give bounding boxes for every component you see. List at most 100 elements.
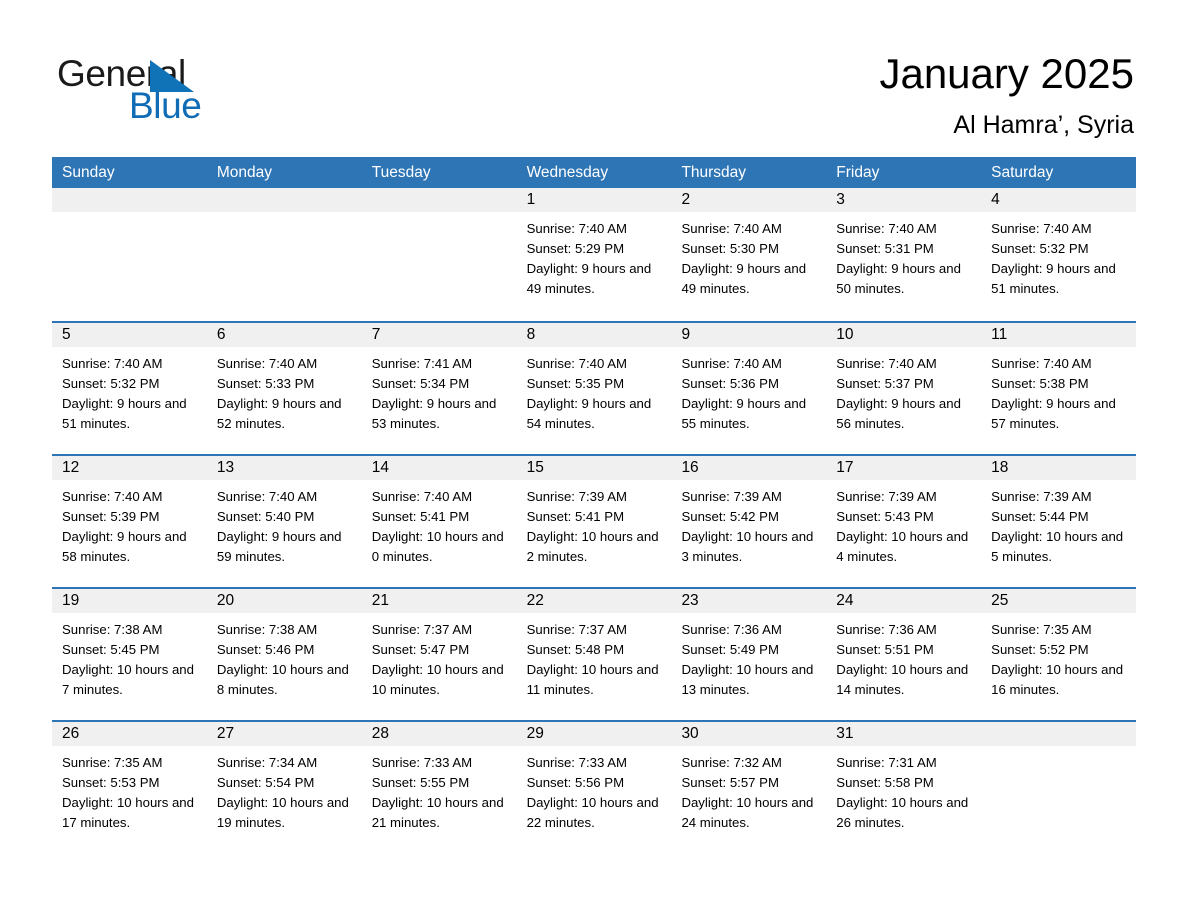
calendar-day-cell[interactable]: 2 Sunrise: 7:40 AM Sunset: 5:30 PM Daylight… — [671, 188, 827, 321]
calendar-week-row: 19 Sunrise: 7:38 AM Sunset: 5:45 PM Dayligh… — [52, 587, 1137, 720]
calendar-day-cell[interactable]: 23 Sunrise: 7:36 AM Sunset: 5:49 PM Dayligh… — [671, 589, 827, 720]
day-number: 22 — [516, 589, 672, 613]
calendar-day-cell[interactable]: 8 Sunrise: 7:40 AM Sunset: 5:35 PM Daylight… — [516, 323, 672, 454]
sunrise-text: Sunrise: 7:37 AM — [371, 622, 473, 637]
day-details: Sunrise: 7:38 AM Sunset: 5:45 PM Daylight:… — [52, 613, 207, 700]
calendar-day-cell[interactable]: 13 Sunrise: 7:40 AM Sunset: 5:40 PM Dayligh… — [206, 456, 362, 587]
calendar-day-cell[interactable]: 4 Sunrise: 7:40 AM Sunset: 5:32 PM Daylight… — [981, 188, 1137, 321]
calendar-day-cell[interactable]: 29 Sunrise: 7:33 AM Sunset: 5:56 PM Dayligh… — [516, 722, 672, 853]
sunrise-text: Sunrise: 7:39 AM — [681, 489, 782, 504]
daylight-text: Daylight: 9 hours and 54 minutes. — [526, 396, 652, 431]
daylight-text: Daylight: 9 hours and 58 minutes. — [62, 529, 187, 564]
calendar-day-cell[interactable]: 11 Sunrise: 7:40 AM Sunset: 5:38 PM Dayligh… — [981, 323, 1137, 454]
day-details: Sunrise: 7:40 AM Sunset: 5:32 PM Daylight:… — [52, 347, 207, 434]
day-number: 8 — [516, 323, 672, 347]
calendar-day-cell[interactable]: 25 Sunrise: 7:35 AM Sunset: 5:52 PM Dayligh… — [981, 589, 1137, 720]
daylight-text: Daylight: 10 hours and 16 minutes. — [991, 662, 1124, 697]
daylight-text: Daylight: 9 hours and 53 minutes. — [371, 396, 497, 431]
day-number — [361, 188, 517, 212]
sunrise-text: Sunrise: 7:39 AM — [836, 489, 937, 504]
page-header: General Blue January 2025 Al Hamra’, Syr… — [0, 0, 1188, 157]
calendar-day-cell[interactable]: 27 Sunrise: 7:34 AM Sunset: 5:54 PM Dayligh… — [206, 722, 362, 853]
weeks-container: 1 Sunrise: 7:40 AM Sunset: 5:29 PM Daylight… — [52, 188, 1137, 853]
day-number: 25 — [981, 589, 1137, 613]
day-details: Sunrise: 7:35 AM Sunset: 5:52 PM Daylight:… — [981, 613, 1136, 700]
day-details: Sunrise: 7:33 AM Sunset: 5:56 PM Daylight:… — [517, 746, 672, 833]
sunset-text: Sunset: 5:49 PM — [681, 642, 779, 657]
calendar-day-cell[interactable]: 15 Sunrise: 7:39 AM Sunset: 5:41 PM Dayligh… — [516, 456, 672, 587]
sunset-text: Sunset: 5:29 PM — [526, 241, 625, 256]
day-details: Sunrise: 7:40 AM Sunset: 5:39 PM Daylight:… — [52, 480, 207, 567]
calendar-day-empty — [361, 188, 517, 321]
calendar-day-empty — [981, 722, 1137, 853]
calendar-day-cell[interactable]: 6 Sunrise: 7:40 AM Sunset: 5:33 PM Daylight… — [206, 323, 362, 454]
day-number: 28 — [361, 722, 517, 746]
daylight-text: Daylight: 9 hours and 51 minutes. — [991, 261, 1116, 296]
day-details: Sunrise: 7:41 AM Sunset: 5:34 PM Daylight:… — [362, 347, 517, 434]
day-details: Sunrise: 7:40 AM Sunset: 5:40 PM Daylight:… — [207, 480, 362, 567]
day-details: Sunrise: 7:36 AM Sunset: 5:49 PM Daylight:… — [671, 613, 826, 700]
sunrise-text: Sunrise: 7:37 AM — [526, 622, 628, 637]
calendar-day-cell[interactable]: 18 Sunrise: 7:39 AM Sunset: 5:44 PM Dayligh… — [981, 456, 1137, 587]
sunrise-text: Sunrise: 7:40 AM — [991, 221, 1092, 236]
sunrise-text: Sunrise: 7:36 AM — [681, 622, 782, 637]
calendar-day-cell[interactable]: 3 Sunrise: 7:40 AM Sunset: 5:31 PM Daylight… — [826, 188, 982, 321]
calendar-day-cell[interactable]: 30 Sunrise: 7:32 AM Sunset: 5:57 PM Dayligh… — [671, 722, 827, 853]
calendar-day-cell[interactable]: 16 Sunrise: 7:39 AM Sunset: 5:42 PM Dayligh… — [671, 456, 827, 587]
calendar-day-cell[interactable]: 21 Sunrise: 7:37 AM Sunset: 5:47 PM Dayligh… — [361, 589, 517, 720]
calendar-day-cell[interactable]: 24 Sunrise: 7:36 AM Sunset: 5:51 PM Dayligh… — [826, 589, 982, 720]
calendar-day-cell[interactable]: 22 Sunrise: 7:37 AM Sunset: 5:48 PM Dayligh… — [516, 589, 672, 720]
day-number: 6 — [206, 323, 362, 347]
day-number: 11 — [981, 323, 1137, 347]
day-number: 24 — [826, 589, 982, 613]
sunrise-text: Sunrise: 7:40 AM — [62, 489, 163, 504]
day-number: 9 — [671, 323, 827, 347]
daylight-text: Daylight: 10 hours and 14 minutes. — [836, 662, 969, 697]
weekday-header-saturday: Saturday — [991, 164, 1054, 181]
calendar-day-cell[interactable]: 7 Sunrise: 7:41 AM Sunset: 5:34 PM Daylight… — [361, 323, 517, 454]
daylight-text: Daylight: 10 hours and 7 minutes. — [62, 662, 194, 697]
sunset-text: Sunset: 5:41 PM — [371, 509, 470, 524]
calendar-day-cell[interactable]: 9 Sunrise: 7:40 AM Sunset: 5:36 PM Daylight… — [671, 323, 827, 454]
calendar-day-cell[interactable]: 10 Sunrise: 7:40 AM Sunset: 5:37 PM Dayligh… — [826, 323, 982, 454]
calendar-day-cell[interactable]: 1 Sunrise: 7:40 AM Sunset: 5:29 PM Daylight… — [516, 188, 672, 321]
day-number: 13 — [206, 456, 362, 480]
sunrise-text: Sunrise: 7:40 AM — [526, 356, 628, 371]
weekday-header-monday: Monday — [216, 164, 273, 181]
day-details: Sunrise: 7:40 AM Sunset: 5:31 PM Daylight:… — [826, 212, 981, 299]
sunset-text: Sunset: 5:42 PM — [681, 509, 779, 524]
sunset-text: Sunset: 5:35 PM — [526, 376, 625, 391]
day-number — [206, 188, 362, 212]
general-blue-logo: General Blue — [57, 52, 317, 132]
sunrise-text: Sunrise: 7:40 AM — [371, 489, 473, 504]
calendar-day-cell[interactable]: 19 Sunrise: 7:38 AM Sunset: 5:45 PM Dayligh… — [52, 589, 207, 720]
sunset-text: Sunset: 5:33 PM — [216, 376, 315, 391]
day-number: 16 — [671, 456, 827, 480]
daylight-text: Daylight: 10 hours and 0 minutes. — [371, 529, 504, 564]
sunrise-text: Sunrise: 7:36 AM — [836, 622, 937, 637]
day-details: Sunrise: 7:32 AM Sunset: 5:57 PM Daylight:… — [671, 746, 826, 833]
calendar-day-cell[interactable]: 31 Sunrise: 7:31 AM Sunset: 5:58 PM Dayligh… — [826, 722, 982, 853]
weekday-header-row: Sunday Monday Tuesday Wednesday Thursday… — [52, 157, 1136, 188]
sunset-text: Sunset: 5:55 PM — [371, 775, 470, 790]
calendar-day-cell[interactable]: 26 Sunrise: 7:35 AM Sunset: 5:53 PM Dayligh… — [52, 722, 207, 853]
day-details: Sunrise: 7:37 AM Sunset: 5:47 PM Daylight:… — [362, 613, 517, 700]
calendar-day-cell[interactable]: 20 Sunrise: 7:38 AM Sunset: 5:46 PM Dayligh… — [206, 589, 362, 720]
calendar-grid: Sunday Monday Tuesday Wednesday Thursday… — [52, 157, 1137, 853]
day-details: Sunrise: 7:40 AM Sunset: 5:35 PM Daylight:… — [517, 347, 672, 434]
calendar-day-cell[interactable]: 14 Sunrise: 7:40 AM Sunset: 5:41 PM Dayligh… — [361, 456, 517, 587]
weekday-header-sunday: Sunday — [62, 164, 115, 181]
sunset-text: Sunset: 5:43 PM — [836, 509, 934, 524]
calendar-week-row: 1 Sunrise: 7:40 AM Sunset: 5:29 PM Daylight… — [52, 188, 1137, 321]
calendar-day-cell[interactable]: 17 Sunrise: 7:39 AM Sunset: 5:43 PM Dayligh… — [826, 456, 982, 587]
sunset-text: Sunset: 5:30 PM — [681, 241, 779, 256]
day-number: 1 — [516, 188, 672, 212]
calendar-day-cell[interactable]: 12 Sunrise: 7:40 AM Sunset: 5:39 PM Dayligh… — [52, 456, 207, 587]
calendar-day-cell[interactable]: 28 Sunrise: 7:33 AM Sunset: 5:55 PM Dayligh… — [361, 722, 517, 853]
calendar-day-cell[interactable]: 5 Sunrise: 7:40 AM Sunset: 5:32 PM Daylight… — [52, 323, 207, 454]
daylight-text: Daylight: 10 hours and 17 minutes. — [62, 795, 194, 830]
day-details: Sunrise: 7:37 AM Sunset: 5:48 PM Daylight:… — [517, 613, 672, 700]
sunset-text: Sunset: 5:39 PM — [62, 509, 160, 524]
sunset-text: Sunset: 5:41 PM — [526, 509, 625, 524]
day-number: 2 — [671, 188, 827, 212]
